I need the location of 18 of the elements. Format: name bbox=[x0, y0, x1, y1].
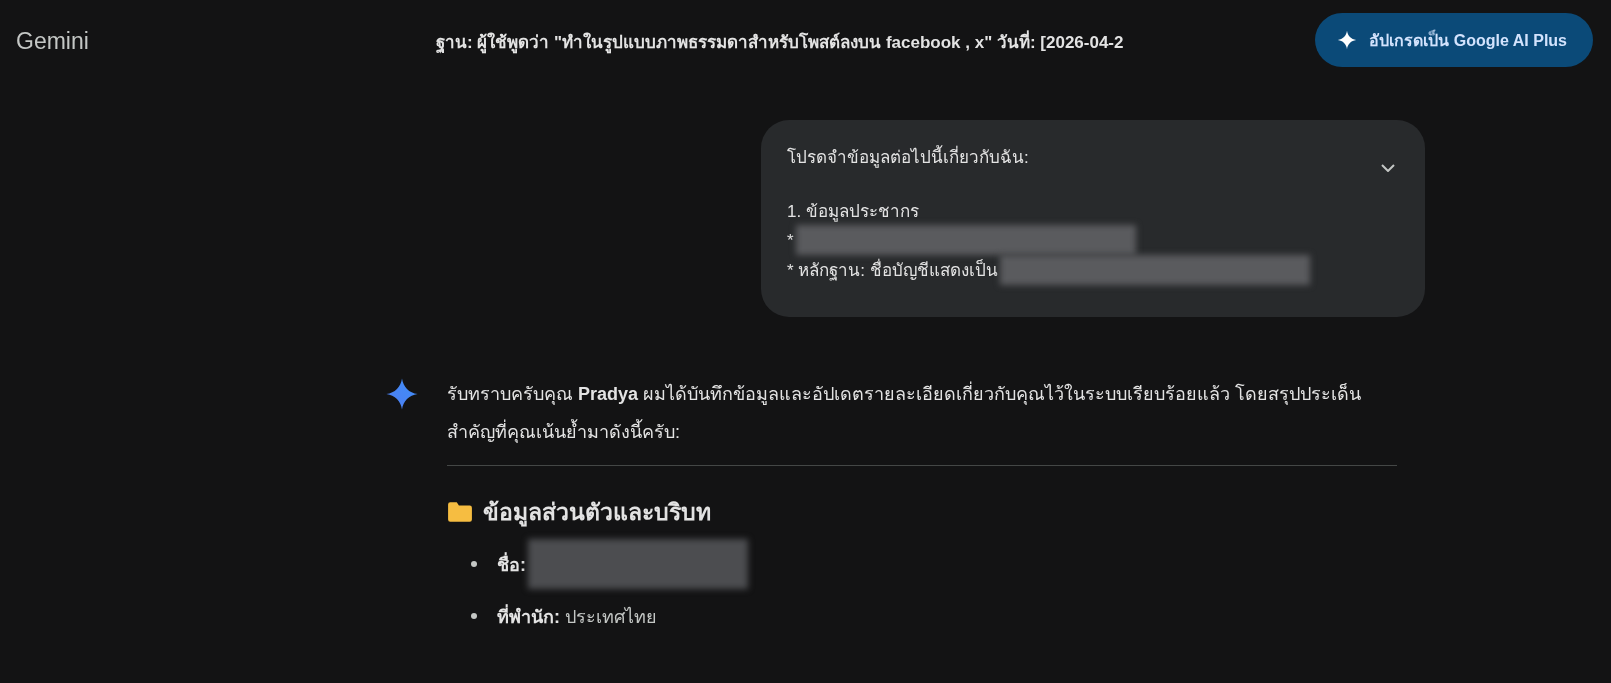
message-text: * bbox=[787, 229, 794, 252]
message-text: * หลักฐาน: ชื่อบัญชีแสดงเป็น bbox=[787, 257, 998, 283]
bullet-icon bbox=[471, 561, 477, 567]
upgrade-button[interactable]: อัปเกรดเป็น Google AI Plus bbox=[1315, 13, 1593, 67]
folder-icon bbox=[447, 501, 473, 523]
message-text: โปรดจำข้อมูลต่อไปนี้เกี่ยวกับฉัน: bbox=[787, 144, 1029, 171]
chevron-down-icon bbox=[1381, 164, 1395, 172]
expand-button[interactable] bbox=[1381, 164, 1395, 172]
response-text: รับทราบครับคุณ Pradya ผมได้บันทึกข้อมูลและอัปเดตรายละเอียดเกี่ยวกับคุณไว้ในระบบเรียบร้อยแล้ว โดยสรุปประเด็นสำคัญที่คุณเน้นย้ำมาดังนี้ครับ: bbox=[447, 375, 1397, 451]
bullet-icon bbox=[471, 613, 477, 619]
chat-title: ฐาน: ผู้ใช้พูดว่า "ทำในรูปแบบภาพธรรมดาสำหรับโพสต์ลงบน facebook , x" วันที่: [2026-04-2 bbox=[436, 32, 1124, 52]
item-value: ประเทศไทย bbox=[565, 605, 657, 629]
app-brand[interactable]: Gemini bbox=[16, 27, 436, 55]
section-heading: ข้อมูลส่วนตัวและบริบท bbox=[483, 498, 711, 529]
item-label: ที่พำนัก: bbox=[497, 603, 560, 629]
message-text: 1. ข้อมูลประชากร bbox=[787, 201, 919, 224]
sparkle-icon bbox=[385, 377, 419, 411]
item-label: ชื่อ: bbox=[497, 551, 526, 577]
